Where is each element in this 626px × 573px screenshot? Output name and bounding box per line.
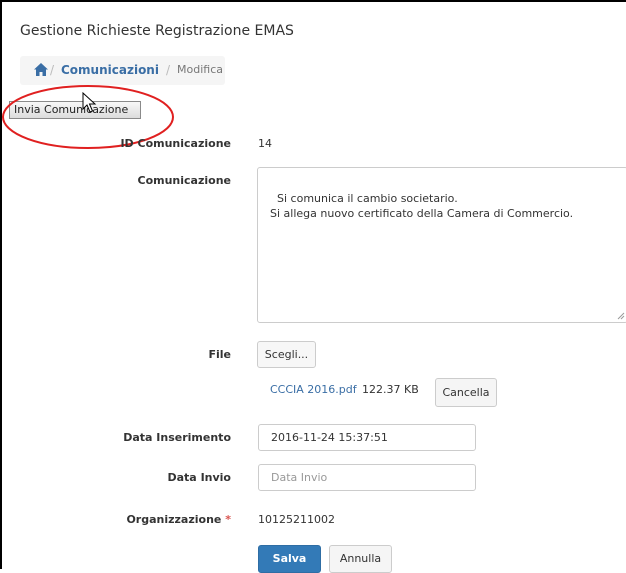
date-sent-label: Data Invio xyxy=(167,471,232,484)
home-icon[interactable] xyxy=(34,63,48,76)
organization-label: Organizzazione * xyxy=(21,513,231,526)
breadcrumb-link-comunicazioni[interactable]: Comunicazioni xyxy=(61,63,159,77)
date-sent-field[interactable]: Data Invio xyxy=(258,464,476,491)
communication-textarea[interactable]: Si comunica il cambio societario. Si all… xyxy=(257,167,626,323)
id-label: ID Comunicazione xyxy=(120,137,231,150)
file-label: File xyxy=(208,348,231,361)
breadcrumb-separator: / xyxy=(166,63,171,77)
id-value: 14 xyxy=(258,137,272,150)
app-title: Gestione Richieste Registrazione EMAS xyxy=(20,23,294,39)
send-communication-button[interactable]: Invia Comunicazione xyxy=(9,101,141,119)
breadcrumb: / Comunicazioni / Modifica xyxy=(20,56,225,85)
file-size: 122.37 KB xyxy=(362,383,419,396)
communication-text: Si comunica il cambio societario. Si all… xyxy=(270,192,574,220)
screenshot-border-top xyxy=(0,0,626,2)
screenshot-border-left xyxy=(0,0,2,569)
required-mark: * xyxy=(225,513,231,526)
date-inserted-label: Data Inserimento xyxy=(123,431,231,444)
file-link[interactable]: CCCIA 2016.pdf xyxy=(270,383,357,396)
communication-label: Comunicazione xyxy=(137,174,232,187)
organization-label-text: Organizzazione xyxy=(126,513,222,526)
organization-value: 10125211002 xyxy=(258,513,335,526)
breadcrumb-current: Modifica xyxy=(177,63,223,76)
breadcrumb-separator: / xyxy=(50,63,55,77)
choose-file-button[interactable]: Scegli... xyxy=(257,341,316,368)
date-inserted-field[interactable]: 2016-11-24 15:37:51 xyxy=(258,424,476,451)
resize-grip-icon[interactable] xyxy=(617,312,625,320)
delete-file-button[interactable]: Cancella xyxy=(435,378,497,407)
